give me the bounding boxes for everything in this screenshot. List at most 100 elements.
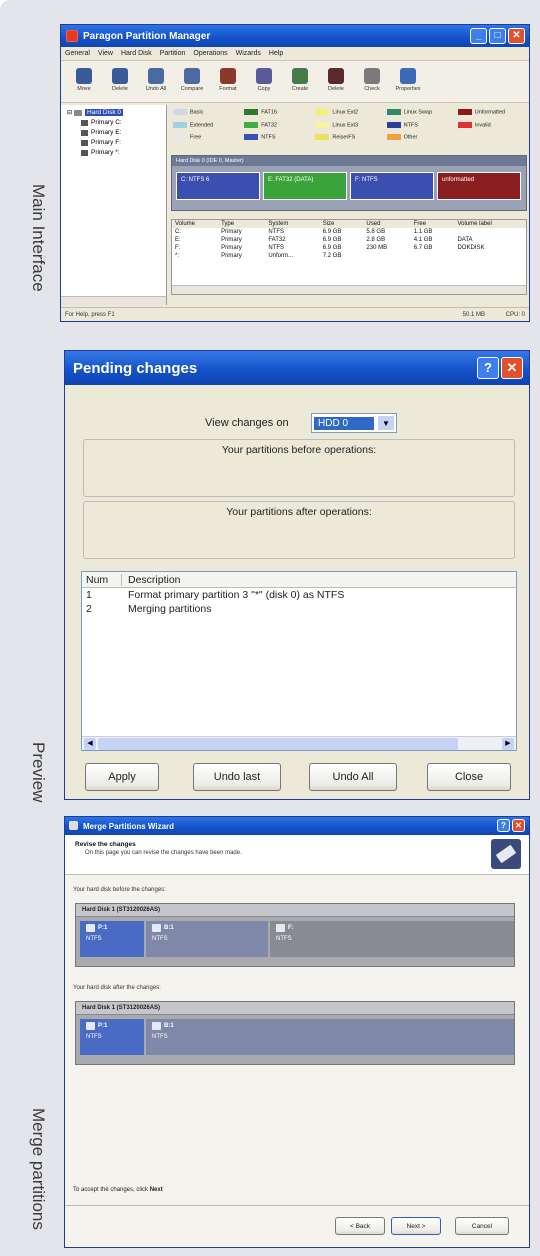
tree-root[interactable]: ⊟ Hard Disk 0: [67, 109, 166, 116]
toolbar-button[interactable]: Copy: [249, 65, 279, 99]
column-header[interactable]: Type: [218, 220, 265, 228]
legend-swatch: [244, 109, 259, 115]
tree-item[interactable]: Primary C:: [81, 119, 166, 126]
back-button[interactable]: < Back: [335, 1217, 385, 1235]
column-header[interactable]: System: [265, 220, 319, 228]
ops-scrollbar[interactable]: ◀ ▶: [82, 736, 516, 750]
operation-row[interactable]: 1 Format primary partition 3 "*" (disk 0)…: [82, 588, 516, 602]
tree-item[interactable]: Primary F:: [81, 139, 166, 146]
cancel-button[interactable]: Cancel: [455, 1217, 509, 1235]
label-preview: Preview: [29, 742, 48, 803]
menu-item[interactable]: Operations: [193, 50, 227, 57]
chevron-down-icon[interactable]: ▼: [377, 415, 395, 431]
menu-item[interactable]: View: [98, 50, 113, 57]
column-header[interactable]: Used: [363, 220, 410, 228]
table-scrollbar[interactable]: [172, 285, 526, 294]
operation-row[interactable]: 2 Merging partitions: [82, 602, 516, 616]
help-button[interactable]: ?: [477, 357, 499, 379]
partition-block[interactable]: F: NTFS: [350, 172, 434, 200]
menu-item[interactable]: Partition: [160, 50, 186, 57]
legend-item: Linux Ext3: [315, 121, 382, 133]
scroll-right-icon[interactable]: ▶: [502, 738, 514, 750]
table-cell: 230 MB: [366, 245, 388, 251]
toolbar-icon: [148, 67, 164, 84]
tree-item[interactable]: Primary *:: [81, 149, 166, 156]
legend-item: FAT32: [244, 121, 311, 133]
status-memory: 50.1 MB: [462, 311, 485, 318]
table-row[interactable]: F: Primary NTFS 6.9 GB 230 MB 6.7 GB DOKDISK: [172, 244, 526, 252]
table-cell: 2.8 GB: [366, 237, 386, 243]
table-cell: Primary: [221, 253, 242, 259]
legend-swatch: [386, 109, 401, 115]
toolbar-button[interactable]: Check: [357, 65, 387, 99]
tree-scrollbar[interactable]: [61, 296, 166, 305]
toolbar-button[interactable]: Undo All: [141, 65, 171, 99]
table-cell: 1.1 GB: [413, 229, 433, 235]
next-button[interactable]: Next >: [391, 1217, 441, 1235]
toolbar-label: Copy: [257, 85, 271, 92]
col-description[interactable]: Description: [122, 574, 181, 586]
legend-item: NTFS: [244, 134, 311, 145]
toolbar-button[interactable]: Properties: [393, 65, 423, 99]
merge-help-button[interactable]: ?: [497, 819, 510, 832]
toolbar-button[interactable]: Create: [285, 65, 315, 99]
table-cell: E:: [175, 237, 181, 243]
column-header[interactable]: Volume label: [454, 220, 526, 228]
table-cell: [411, 252, 455, 260]
undo-last-button[interactable]: Undo last: [193, 763, 281, 791]
column-header[interactable]: Size: [320, 220, 364, 228]
minimize-button[interactable]: _: [470, 28, 487, 44]
wizard-footer-text: To accept the changes, click Next: [73, 1187, 163, 1193]
scroll-left-icon[interactable]: ◀: [84, 738, 96, 750]
apply-button[interactable]: Apply: [85, 763, 159, 791]
maximize-button[interactable]: □: [489, 28, 506, 44]
close-button[interactable]: ✕: [508, 28, 525, 44]
merge-partition-tile[interactable]: F: NTFS: [270, 921, 514, 957]
merge-close-button[interactable]: ✕: [512, 819, 525, 832]
merge-partition-tile[interactable]: B:1 NTFS: [146, 921, 268, 957]
toolbar-button[interactable]: Delete: [321, 65, 351, 99]
after-ops-group: Your partitions after operations:: [83, 501, 515, 559]
merge-partition-tile[interactable]: B:1 NTFS: [146, 1019, 514, 1055]
tree-item[interactable]: Primary E:: [81, 129, 166, 136]
view-changes-select[interactable]: HDD 0 ▼: [311, 413, 397, 433]
pending-titlebar: Pending changes ? ✕: [65, 351, 529, 385]
drive-icon: [86, 1022, 95, 1030]
menu-item[interactable]: Wizards: [236, 50, 261, 57]
toolbar-button[interactable]: Format: [213, 65, 243, 99]
table-row[interactable]: E: Primary FAT32 6.9 GB 2.8 GB 4.1 GB DATA: [172, 236, 526, 244]
menu-item[interactable]: Hard Disk: [121, 50, 152, 57]
menu-item[interactable]: General: [65, 50, 90, 57]
undo-all-button[interactable]: Undo All: [309, 763, 397, 791]
label-main-interface: Main Interface: [29, 184, 48, 292]
scroll-thumb[interactable]: [98, 738, 458, 750]
partition-block[interactable]: unformatted: [437, 172, 521, 200]
legend-swatch: [315, 109, 330, 115]
partition-block[interactable]: C: NTFS 6: [176, 172, 260, 200]
column-header[interactable]: Volume: [172, 220, 218, 228]
wizard-icon: [69, 821, 78, 830]
column-header[interactable]: Free: [411, 220, 455, 228]
partition-icon: [81, 149, 88, 156]
toolbar-button[interactable]: Delete: [105, 65, 135, 99]
legend: Basic FAT16 Linux Ext2 Linux Swap Unformatte…: [173, 109, 525, 145]
pending-close-button[interactable]: ✕: [501, 357, 523, 379]
legend-item: Free: [173, 134, 240, 145]
table-row[interactable]: C: Primary NTFS 6.9 GB 5.8 GB 1.1 GB: [172, 228, 526, 236]
pending-close-btn[interactable]: Close: [427, 763, 511, 791]
eraser-icon: [491, 839, 521, 869]
merge-partition-tile[interactable]: P:1 NTFS: [80, 1019, 144, 1055]
menu-item[interactable]: Help: [269, 50, 283, 57]
merge-partition-tile[interactable]: P:1 NTFS: [80, 921, 144, 957]
legend-item: Extended: [173, 121, 240, 133]
status-help: For Help, press F1: [65, 311, 115, 318]
toolbar-icon: [292, 67, 308, 84]
col-num[interactable]: Num: [82, 573, 122, 586]
table-cell: Unform...: [268, 253, 294, 259]
toolbar-button[interactable]: Move: [69, 65, 99, 99]
main-title: Paragon Partition Manager: [83, 30, 211, 42]
table-row[interactable]: *: Primary Unform... 7.2 GB: [172, 252, 526, 260]
toolbar-button[interactable]: Compare: [177, 65, 207, 99]
toolbar-label: Move: [77, 85, 91, 92]
partition-block[interactable]: E: FAT32 (DATA): [263, 172, 347, 200]
